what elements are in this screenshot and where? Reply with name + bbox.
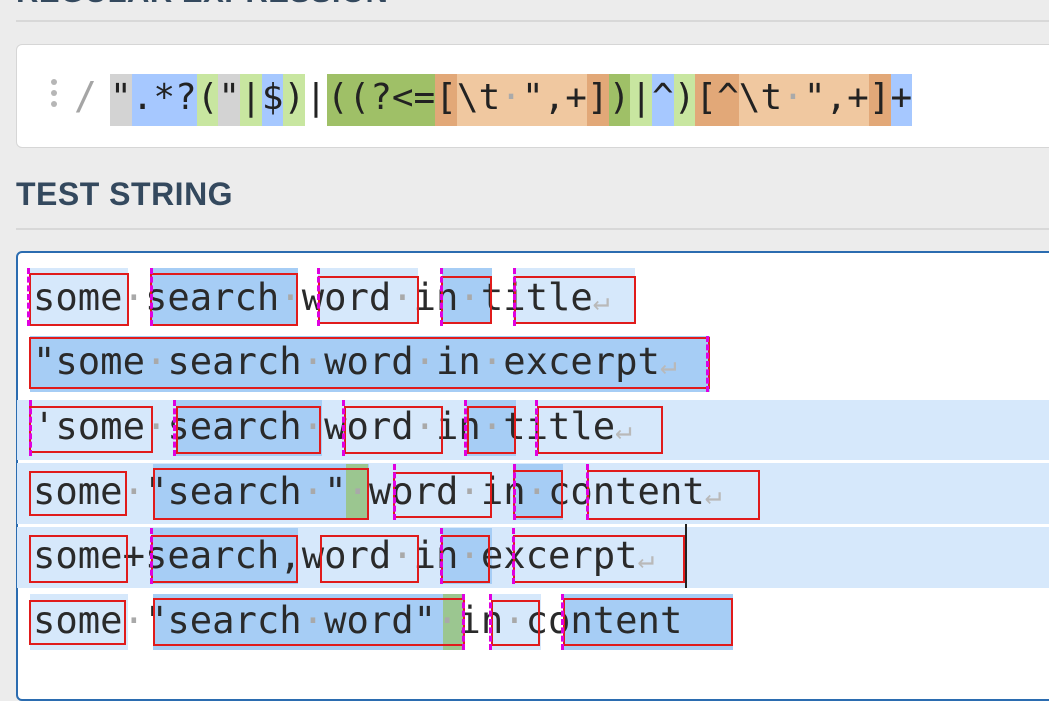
regex-token: | <box>240 74 262 126</box>
regex-token: ",+ <box>803 74 869 126</box>
annotation-box <box>29 273 129 326</box>
annotation-box <box>537 406 663 454</box>
match-start-marker <box>586 464 590 520</box>
annotation-box <box>151 535 298 583</box>
annotation-box <box>513 535 685 583</box>
match-start-marker <box>317 268 321 326</box>
regex-token: [ <box>435 74 457 126</box>
regex-token: $ <box>261 74 284 126</box>
match-start-marker <box>561 594 565 650</box>
divider <box>16 20 1049 22</box>
match-start-marker <box>150 268 154 326</box>
annotation-box <box>153 598 465 646</box>
match-start-marker <box>513 464 517 520</box>
regex-token: ) <box>283 74 306 126</box>
match-start-marker <box>29 400 33 456</box>
match-start-marker <box>489 594 493 650</box>
text-caret <box>685 524 687 588</box>
annotation-box <box>587 470 760 520</box>
annotation-box <box>29 471 127 516</box>
regex-token: · <box>782 74 804 126</box>
regex-token: | <box>630 74 653 126</box>
regex-token: ) <box>608 74 631 126</box>
annotation-box <box>29 600 126 645</box>
divider <box>16 228 1049 230</box>
annotation-box <box>29 337 710 389</box>
regex-token: ((?<= <box>326 74 436 126</box>
regex-token: " <box>218 74 241 126</box>
annotation-box <box>318 276 419 324</box>
regex-token: ] <box>586 74 609 126</box>
annotation-box <box>150 273 298 326</box>
annotation-box <box>320 535 419 583</box>
annotation-box <box>491 600 540 646</box>
regex-token: ",+ <box>521 74 587 126</box>
regex-delimiter: / <box>74 74 97 118</box>
annotation-box <box>467 406 516 454</box>
regex-token: \t <box>738 74 783 126</box>
annotation-box <box>513 470 563 518</box>
match-start-marker <box>464 400 468 456</box>
regex-token: \t <box>456 74 501 126</box>
regex-token: | <box>305 74 327 126</box>
regex-token: ] <box>868 74 891 126</box>
annotation-box <box>563 598 733 646</box>
annotation-box <box>441 535 490 583</box>
match-start-marker <box>393 464 397 520</box>
regex-token: ^ <box>652 74 674 126</box>
match-start-marker <box>513 268 517 326</box>
annotation-box <box>344 406 443 454</box>
match-start-marker <box>440 268 444 326</box>
regex-pattern[interactable]: ".*?("|$)|((?<=[\t·",+])|^)[^\t·",+]+ <box>110 74 913 126</box>
regex-section-title: REGULAR EXPRESSION <box>16 0 388 10</box>
annotation-box <box>153 468 369 520</box>
regex-token: · <box>500 74 522 126</box>
annotation-box <box>29 406 153 453</box>
match-start-marker <box>535 400 539 456</box>
match-start-marker <box>706 336 710 392</box>
match-start-marker <box>150 528 154 584</box>
annotation-box <box>29 535 128 583</box>
annotation-box <box>393 472 492 518</box>
regex-token: [^ <box>695 74 739 126</box>
regex-token: .*? <box>131 74 197 126</box>
annotation-box <box>441 276 492 324</box>
regex-token: ) <box>673 74 696 126</box>
match-start-marker <box>440 528 444 584</box>
regex-token: + <box>890 74 913 126</box>
match-start-marker <box>462 594 466 650</box>
annotation-box <box>514 276 636 324</box>
match-start-marker <box>342 400 346 456</box>
match-start-marker <box>173 400 177 456</box>
test-string-section-title: TEST STRING <box>16 176 234 212</box>
drag-handle-icon[interactable] <box>48 79 60 111</box>
regex-token: " <box>110 74 132 126</box>
match-start-marker <box>27 268 31 326</box>
regex-token: ( <box>196 74 219 126</box>
match-start-marker <box>512 528 516 584</box>
annotation-box <box>176 406 321 454</box>
